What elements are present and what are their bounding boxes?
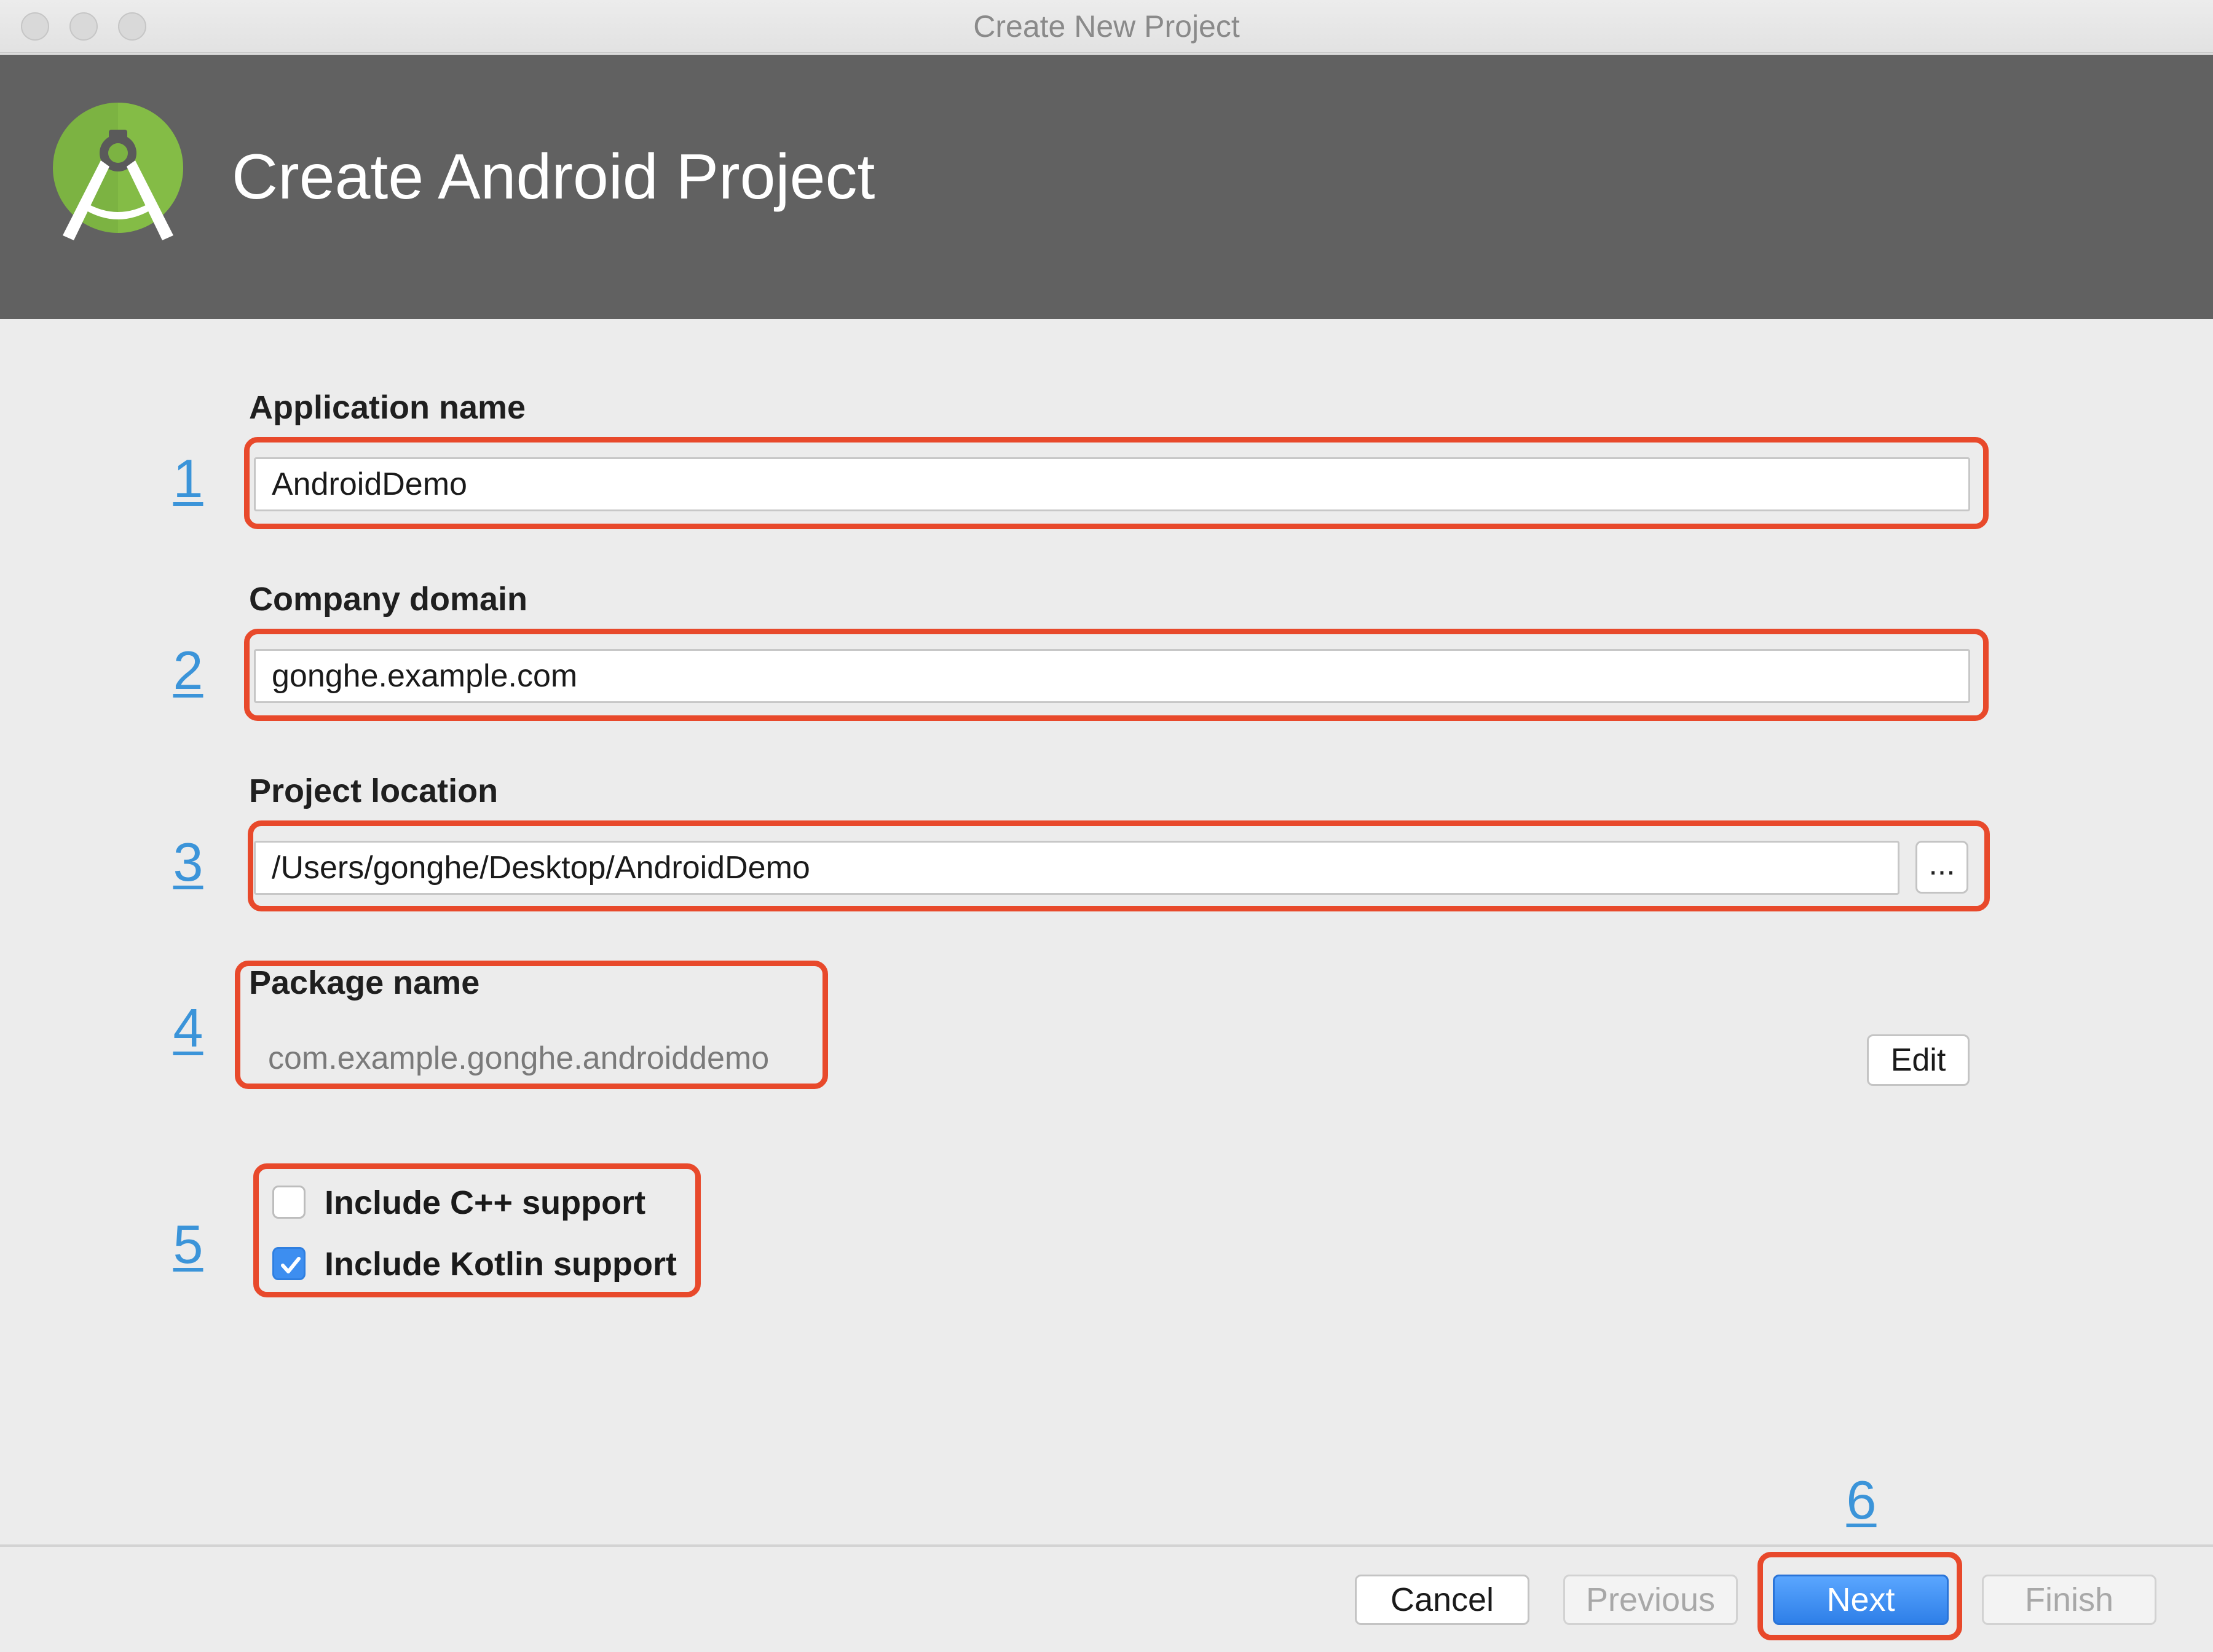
step-number-2: 2 (173, 640, 203, 701)
kotlin-support-checkbox[interactable] (272, 1247, 306, 1280)
step-number-5: 5 (173, 1214, 203, 1275)
edit-package-button[interactable]: Edit (1867, 1034, 1970, 1086)
project-location-input[interactable]: /Users/gonghe/Desktop/AndroidDemo (254, 841, 1899, 895)
step-number-3: 3 (173, 832, 203, 892)
application-name-input[interactable]: AndroidDemo (254, 457, 1970, 511)
finish-button[interactable]: Finish (1982, 1575, 2156, 1625)
company-domain-label: Company domain (249, 581, 528, 618)
cpp-support-label[interactable]: Include C++ support (325, 1184, 645, 1222)
project-location-label: Project location (249, 773, 499, 809)
cpp-support-checkbox[interactable] (272, 1186, 306, 1219)
footer-divider (0, 1544, 2213, 1547)
checkmark-icon (281, 1257, 301, 1273)
step-number-6: 6 (1846, 1469, 1877, 1530)
cancel-button[interactable]: Cancel (1355, 1575, 1529, 1625)
window-titlebar: Create New Project (0, 0, 2213, 53)
company-domain-input[interactable]: gonghe.example.com (254, 649, 1970, 703)
window-title: Create New Project (973, 9, 1240, 44)
next-button[interactable]: Next (1773, 1575, 1949, 1625)
page-title: Create Android Project (232, 141, 875, 213)
browse-location-button[interactable]: ... (1915, 841, 1968, 894)
wizard-header: Create Android Project (0, 55, 2213, 319)
step-number-1: 1 (173, 448, 203, 509)
package-name-value: com.example.gonghe.androiddemo (268, 1040, 770, 1076)
kotlin-support-label[interactable]: Include Kotlin support (325, 1245, 677, 1283)
application-name-label: Application name (249, 389, 526, 426)
android-studio-logo-icon (53, 103, 183, 240)
previous-button[interactable]: Previous (1563, 1575, 1738, 1625)
step-number-4: 4 (173, 997, 203, 1058)
